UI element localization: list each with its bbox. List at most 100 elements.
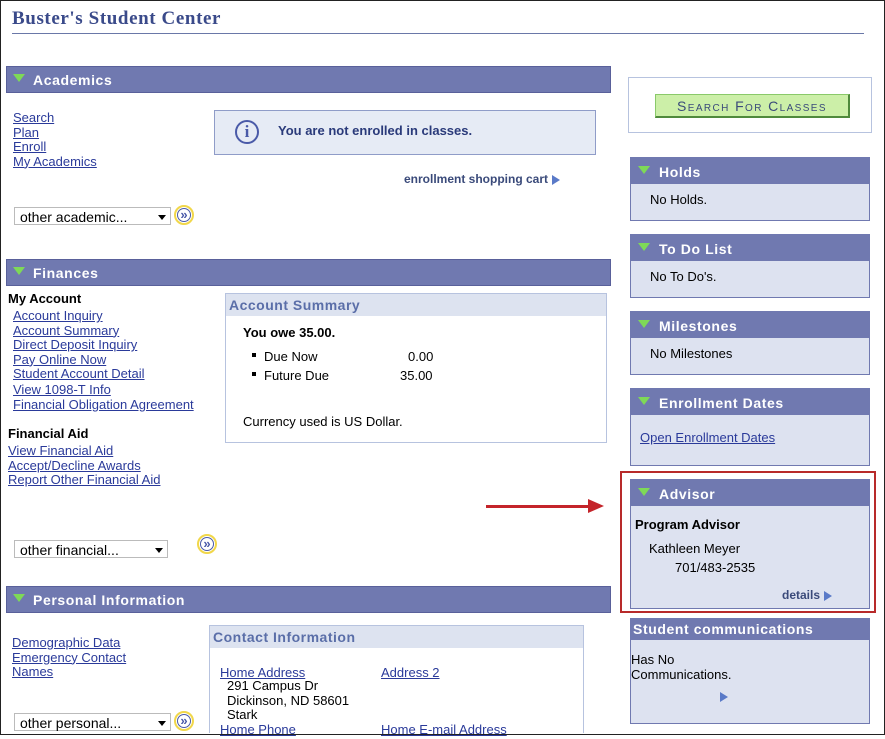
financial-aid-label: Financial Aid [8,426,89,441]
play-arrow-icon [720,691,728,702]
not-enrolled-message-box: i You are not enrolled in classes. [214,110,596,155]
personal-go-button[interactable]: » [174,711,194,731]
milestones-box: Milestones No Milestones [630,311,870,375]
collapse-triangle-icon [13,267,25,275]
due-now-label: Due Now [264,349,318,364]
finances-header-label: Finances [33,265,99,281]
play-arrow-icon [552,174,561,185]
personal-links: Demographic Data Emergency Contact Names [12,635,126,680]
academic-go-button[interactable]: » [174,205,194,225]
address-line-1: 291 Campus Dr [227,678,319,693]
link-names[interactable]: Names [12,664,53,679]
search-btn-c: C [768,98,780,114]
amount-owed: You owe 35.00. [243,325,336,340]
currency-note: Currency used is US Dollar. [243,414,403,429]
search-btn-f: F [735,98,746,114]
academic-dropdown[interactable]: other academic... [14,207,171,225]
collapse-triangle-icon [638,166,650,174]
link-obligation-agreement[interactable]: Financial Obligation Agreement [13,397,194,412]
account-links: Account Inquiry Account Summary Direct D… [13,308,194,413]
link-open-enrollment-dates[interactable]: Open Enrollment Dates [640,430,775,445]
link-pay-online[interactable]: Pay Online Now [13,352,106,367]
link-search[interactable]: Search [13,110,54,125]
financial-dropdown[interactable]: other financial... [14,540,168,558]
todo-header[interactable]: To Do List [631,235,869,261]
chevron-down-icon [158,215,166,220]
financial-go-button[interactable]: » [197,534,217,554]
pointer-arrow-line [486,505,590,508]
chevron-down-icon [155,548,163,553]
link-account-detail[interactable]: Student Account Detail [13,366,145,381]
academics-links: Search Plan Enroll My Academics [13,110,97,169]
link-view-financial-aid[interactable]: View Financial Aid [8,443,113,458]
finances-header[interactable]: Finances [6,259,611,286]
academic-dropdown-value: other academic... [20,209,128,225]
communications-header[interactable]: Student communications [631,618,869,640]
todo-header-label: To Do List [659,241,733,257]
link-report-other-aid[interactable]: Report Other Financial Aid [8,472,160,487]
collapse-triangle-icon [13,594,25,602]
personal-info-header-label: Personal Information [33,592,186,608]
link-demographic-data[interactable]: Demographic Data [12,635,120,650]
personal-dropdown[interactable]: other personal... [14,713,171,731]
search-btn-s: S [677,98,688,114]
account-summary-panel: Account Summary You owe 35.00. Due Now 0… [225,293,607,443]
search-btn-lasses: lasses [779,98,827,114]
collapse-triangle-icon [638,397,650,405]
search-btn-earch: earch [687,98,736,114]
future-due-row: Future Due [252,368,329,383]
due-now-row: Due Now [252,349,317,364]
link-account-inquiry[interactable]: Account Inquiry [13,308,103,323]
link-accept-decline-awards[interactable]: Accept/Decline Awards [8,458,141,473]
milestones-header-label: Milestones [659,318,738,334]
contact-info-title: Contact Information [210,626,583,648]
account-summary-title: Account Summary [226,294,606,316]
enrollment-dates-header-label: Enrollment Dates [659,395,784,411]
communications-more-link[interactable] [716,688,728,706]
my-account-label: My Account [8,291,82,306]
todo-box: To Do List No To Do's. [630,234,870,298]
search-for-classes-button[interactable]: Search For Classes [655,94,850,118]
link-1098t[interactable]: View 1098-T Info [13,382,111,397]
link-address-2[interactable]: Address 2 [381,665,440,680]
academics-header[interactable]: Academics [6,66,611,93]
search-btn-or: or [745,98,769,114]
advisor-highlight-box [620,471,876,613]
bullet [252,372,256,376]
pointer-arrow-icon [588,499,604,513]
address-line-2: Dickinson, ND 58601 [227,692,350,708]
link-account-summary[interactable]: Account Summary [13,323,119,338]
communications-box: Student communications Has No Communicat… [630,618,870,724]
collapse-triangle-icon [638,320,650,328]
info-icon: i [235,120,259,144]
link-plan[interactable]: Plan [13,125,39,140]
financial-dropdown-value: other financial... [20,542,119,558]
link-my-academics[interactable]: My Academics [13,154,97,169]
holds-box: Holds No Holds. [630,157,870,221]
home-address-lines: 291 Campus Dr Dickinson, ND 58601 Stark [227,678,350,723]
milestones-text: No Milestones [650,346,733,361]
link-direct-deposit[interactable]: Direct Deposit Inquiry [13,337,137,352]
bullet [252,353,256,357]
not-enrolled-message: You are not enrolled in classes. [278,123,473,138]
title-divider [12,33,864,34]
academics-header-label: Academics [33,72,113,88]
link-enroll[interactable]: Enroll [13,139,46,154]
todo-text: No To Do's. [650,269,717,284]
holds-text: No Holds. [650,192,708,207]
collapse-triangle-icon [638,243,650,251]
communications-text: Has No Communications. [631,652,732,682]
due-now-amount: 0.00 [408,349,434,364]
collapse-triangle-icon [13,74,25,82]
enrollment-cart-label: enrollment shopping cart [404,172,549,186]
enrollment-dates-box: Enrollment Dates Open Enrollment Dates [630,388,870,466]
enrollment-cart-link[interactable]: enrollment shopping cart [404,172,561,186]
holds-header-label: Holds [659,164,701,180]
link-emergency-contact[interactable]: Emergency Contact [12,650,126,665]
personal-info-header[interactable]: Personal Information [6,586,611,613]
milestones-header[interactable]: Milestones [631,312,869,338]
holds-header[interactable]: Holds [631,158,869,184]
contact-info-panel: Contact Information Home Address Address… [209,625,584,737]
enrollment-dates-header[interactable]: Enrollment Dates [631,389,869,415]
personal-dropdown-value: other personal... [20,715,122,731]
